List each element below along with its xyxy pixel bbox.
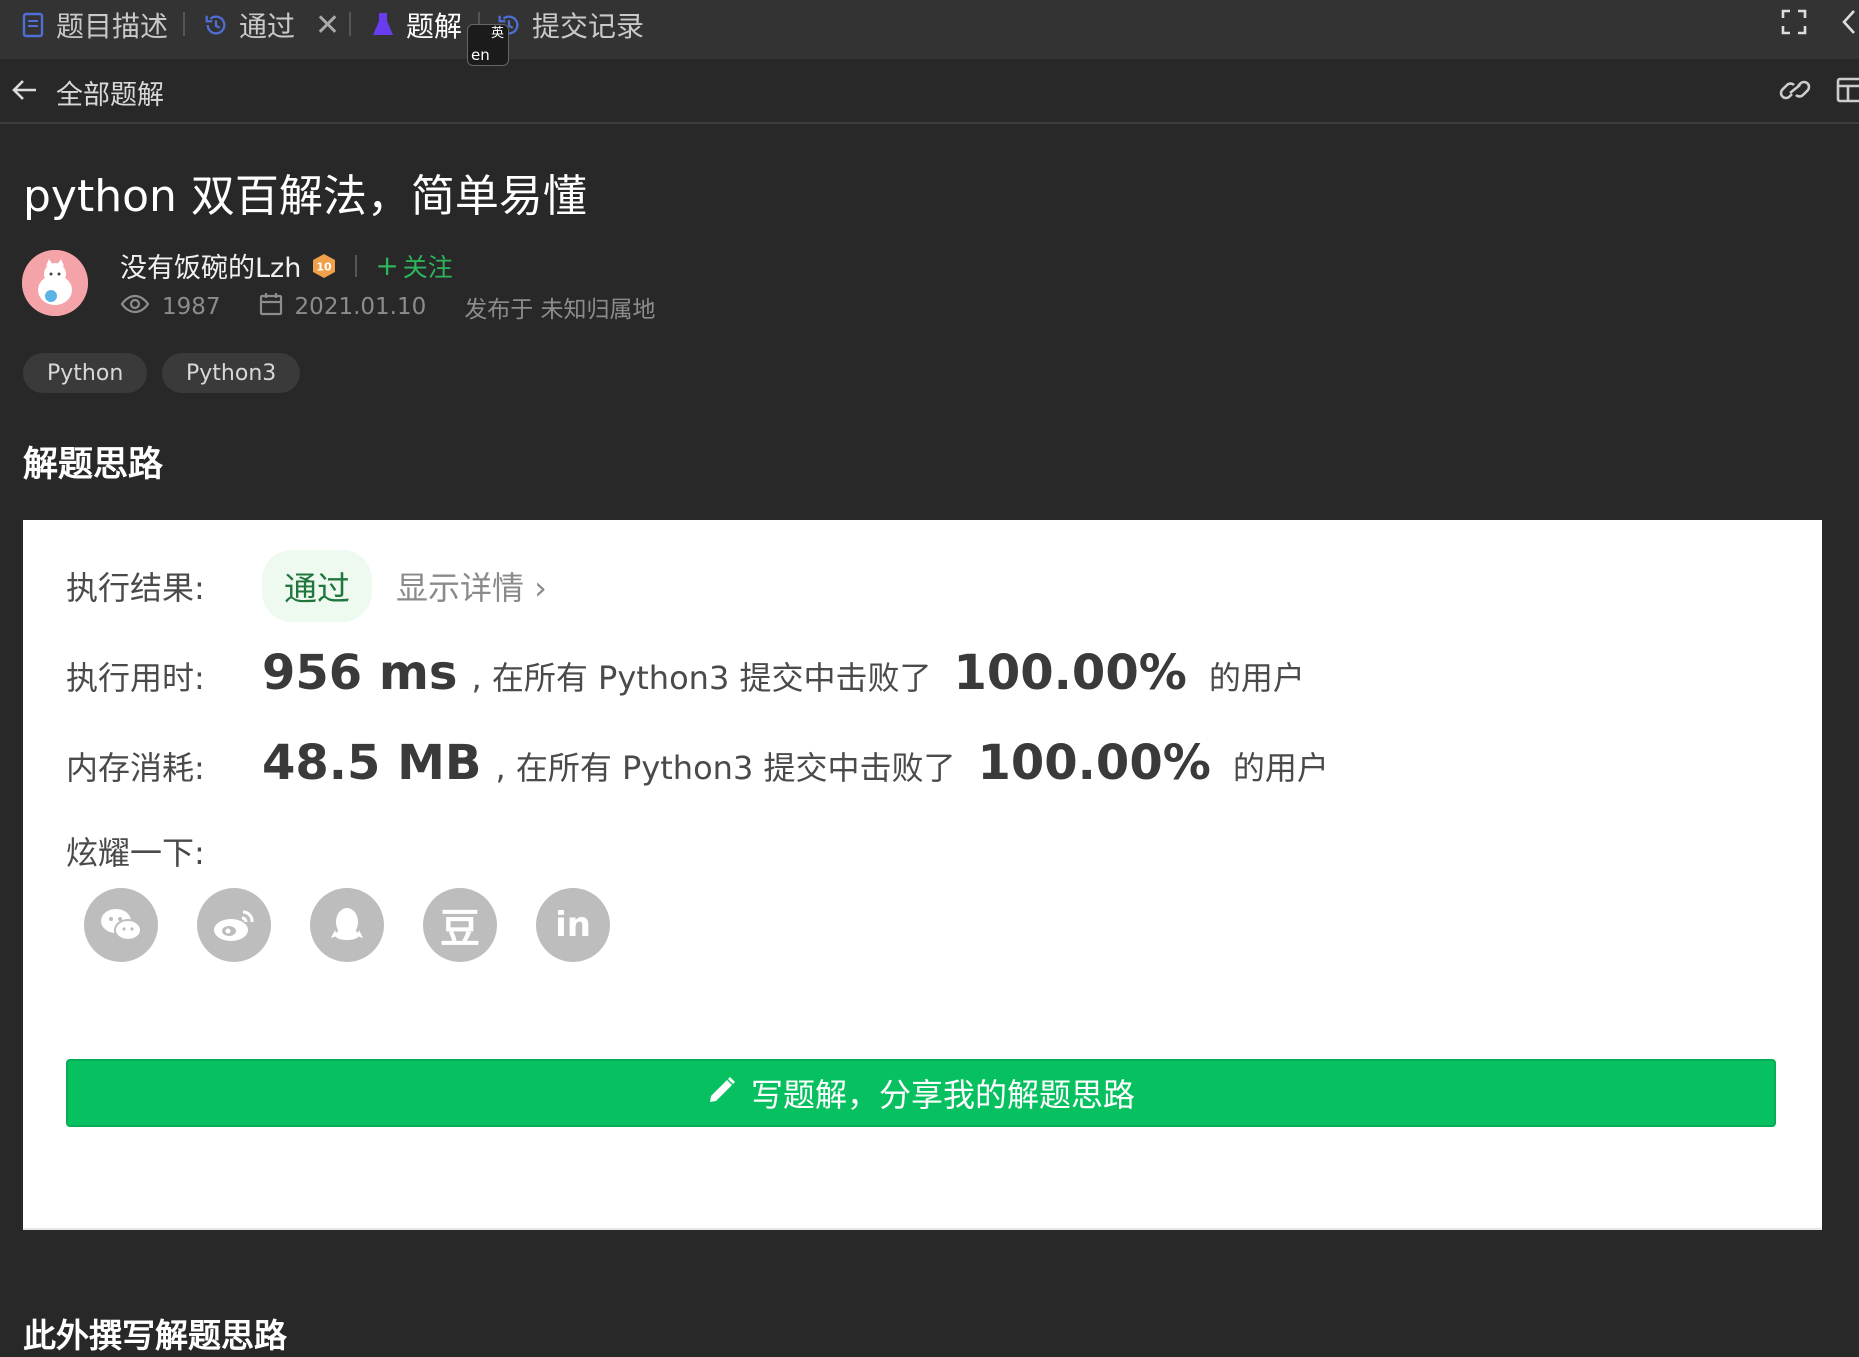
solution-title: python 双百解法，简单易懂: [23, 171, 587, 222]
divider: [355, 254, 358, 277]
plus-icon: +: [375, 249, 399, 282]
tag-python[interactable]: Python: [23, 353, 148, 393]
publish-date: 2021.01.10: [294, 294, 427, 320]
author-line: 没有饭碗的Lzh 10 + 关注: [120, 246, 453, 285]
author-name[interactable]: 没有饭碗的Lzh: [120, 246, 301, 285]
douban-glyph: 豆: [440, 906, 480, 952]
pencil-icon: [707, 1074, 737, 1112]
tab-accepted[interactable]: 通过 ✕: [203, 0, 340, 50]
close-icon[interactable]: ✕: [315, 8, 340, 43]
fullscreen-icon[interactable]: [1780, 8, 1808, 40]
linkedin-icon: in: [536, 888, 610, 962]
weibo-icon: [197, 888, 271, 962]
document-icon: [20, 12, 46, 38]
arrow-left-icon[interactable]: [10, 75, 40, 105]
runtime-percent: 100.00%: [953, 645, 1187, 701]
runtime-text: , 在所有 Python3 提交中击败了: [471, 659, 932, 697]
tab-label: 通过: [239, 10, 296, 43]
ime-top-label: 英: [490, 26, 504, 41]
tab-divider: [349, 12, 351, 36]
write-solution-label: 写题解，分享我的解题思路: [750, 1076, 1135, 1114]
status-badge: 通过: [262, 550, 372, 622]
write-solution-button: 写题解，分享我的解题思路: [66, 1059, 1776, 1127]
tab-divider: [183, 12, 185, 36]
solution-subheader: 全部题解: [0, 59, 1859, 124]
douban-icon: 豆: [423, 888, 497, 962]
wechat-icon: [84, 888, 158, 962]
memory-text: , 在所有 Python3 提交中击败了: [495, 749, 956, 787]
memory-tail: 的用户: [1232, 749, 1329, 787]
result-status-row: 执行结果: 通过 显示详情 ›: [66, 550, 547, 622]
tab-bar: 题目描述 通过 ✕ 题解 提交记录 英 en: [0, 0, 1859, 66]
next-section-heading: 此外撰写解题思路: [23, 1316, 287, 1355]
layout-icon[interactable]: [1836, 75, 1859, 109]
view-count: 1987: [162, 294, 221, 320]
memory-row: 内存消耗: 48.5 MB , 在所有 Python3 提交中击败了 100.0…: [66, 735, 1329, 791]
flask-icon: [370, 12, 396, 38]
runtime-tail: 的用户: [1208, 659, 1305, 697]
share-label: 炫耀一下:: [66, 834, 205, 872]
tab-label: 题目描述: [56, 10, 169, 43]
calendar-icon: [259, 292, 283, 322]
tab-label: 提交记录: [532, 10, 645, 43]
chevron-left-icon[interactable]: [1840, 8, 1856, 40]
eye-icon: [120, 293, 150, 321]
memory-label: 内存消耗:: [66, 749, 205, 787]
tab-label: 题解: [406, 10, 463, 43]
qq-icon: [310, 888, 384, 962]
runtime-label: 执行用时:: [66, 659, 205, 697]
linkedin-glyph: in: [555, 905, 591, 945]
avatar[interactable]: [22, 250, 88, 316]
memory-percent: 100.00%: [977, 735, 1211, 791]
tab-submissions[interactable]: 提交记录: [496, 0, 644, 50]
level-badge-icon: 10: [311, 253, 337, 279]
tag-python3[interactable]: Python3: [162, 353, 301, 393]
runtime-row: 执行用时: 956 ms , 在所有 Python3 提交中击败了 100.00…: [66, 645, 1305, 701]
tab-solutions[interactable]: 题解: [370, 0, 462, 50]
link-icon[interactable]: [1778, 75, 1812, 109]
status-label: 执行结果:: [66, 569, 205, 607]
section-heading: 解题思路: [23, 445, 164, 485]
runtime-value: 956 ms: [262, 645, 458, 701]
tab-description[interactable]: 题目描述: [20, 0, 168, 50]
memory-value: 48.5 MB: [262, 735, 482, 791]
publish-location: 发布于 未知归属地: [464, 297, 656, 323]
share-row: 炫耀一下:: [66, 828, 262, 874]
show-details-link: 显示详情 ›: [396, 569, 547, 607]
follow-button[interactable]: + 关注: [375, 248, 452, 284]
all-solutions-link[interactable]: 全部题解: [56, 73, 164, 112]
history-icon: [203, 12, 229, 38]
article-meta: 1987 2021.01.10 发布于 未知归属地: [120, 290, 656, 324]
follow-label: 关注: [402, 252, 453, 282]
level-badge-text: 10: [317, 260, 333, 273]
